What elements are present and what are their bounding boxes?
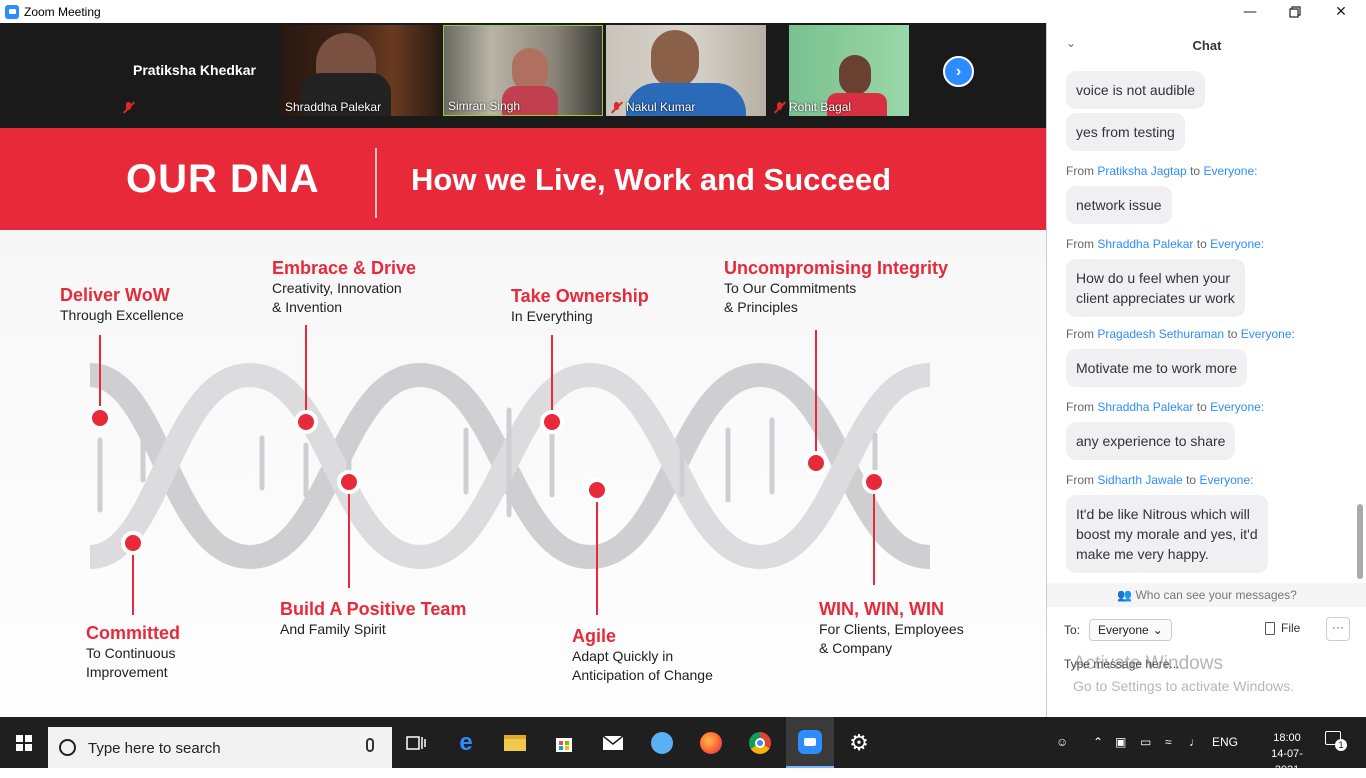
participant-tile[interactable]: Nakul Kumar — [606, 25, 766, 116]
value-committed: Committed To Continuous Improvement — [86, 623, 180, 680]
participant-tile[interactable]: Simran Singh — [443, 25, 603, 116]
file-button[interactable]: File — [1265, 621, 1300, 635]
volume-icon[interactable]: ♩ — [1189, 735, 1201, 749]
search-placeholder: Type here to search — [88, 740, 221, 757]
chat-message: yes from testing — [1066, 113, 1185, 151]
settings-icon[interactable]: ⚙ — [835, 717, 883, 768]
display-icon[interactable]: ▣ — [1115, 735, 1126, 749]
video-strip: Pratiksha Khedkar Shraddha Palekar Simra… — [0, 23, 1046, 128]
chrome-icon[interactable] — [736, 717, 784, 768]
search-icon — [59, 739, 76, 756]
chat-message: How do u feel when your client appreciate… — [1066, 259, 1245, 317]
recipient-dropdown[interactable]: Everyone ⌄ — [1089, 619, 1172, 641]
close-button[interactable]: ✕ — [1318, 0, 1364, 23]
chat-message-meta: From Pragadesh Sethuraman to Everyone: — [1066, 327, 1295, 341]
chat-title: Chat — [1192, 38, 1222, 53]
edge-icon[interactable]: e — [442, 717, 490, 768]
participant-tile[interactable]: Shraddha Palekar — [281, 25, 441, 116]
input-language[interactable]: ENG — [1212, 735, 1238, 749]
people-icon: 👥 — [1117, 588, 1133, 602]
chat-message: network issue — [1066, 186, 1172, 224]
microphone-icon[interactable] — [366, 738, 374, 752]
chat-message: voice is not audible — [1066, 71, 1206, 109]
value-uncompromising-integrity: Uncompromising Integrity To Our Commitmen… — [724, 258, 949, 315]
slide-subtitle: How we Live, Work and Succeed — [411, 162, 892, 197]
task-view-icon[interactable] — [392, 717, 440, 768]
zoom-app-icon — [5, 4, 19, 19]
participant-tile[interactable]: Pratiksha Khedkar — [118, 25, 278, 116]
next-participants-button[interactable]: › — [943, 56, 974, 87]
chat-panel: ⌄ Chat voice is not audible yes from tes… — [1046, 23, 1366, 717]
people-tray-icon[interactable]: ☺ — [1056, 735, 1068, 749]
message-visibility-link[interactable]: 👥 Who can see your messages? — [1047, 583, 1366, 607]
participant-name: Pratiksha Khedkar — [133, 62, 256, 78]
scrollbar-thumb[interactable] — [1357, 504, 1363, 579]
notification-count: 1 — [1335, 739, 1347, 751]
value-agile: Agile Adapt Quickly in Anticipation of Cha… — [572, 626, 713, 683]
taskbar: Type here to search e ⚙ ☺ ⌃ ▣ ▭ ≈ ♩ ENG … — [0, 717, 1366, 776]
chevron-up-icon[interactable]: ⌃ — [1093, 735, 1103, 749]
value-build-positive-team: Build A Positive Team And Family Spirit — [280, 599, 467, 637]
firefox-icon[interactable] — [687, 717, 735, 768]
value-deliver-wow: Deliver WoW Through Excellence — [60, 285, 184, 323]
banner-divider — [375, 148, 377, 218]
slide-body: Deliver WoW Through Excellence Embrace & … — [0, 230, 1046, 717]
chat-messages[interactable]: voice is not audible yes from testing Fr… — [1047, 71, 1357, 581]
chat-scrollbar[interactable] — [1357, 71, 1363, 579]
weather-icon[interactable] — [638, 717, 686, 768]
wifi-icon[interactable]: ≈ — [1165, 735, 1172, 749]
value-embrace-drive: Embrace & Drive Creativity, Innovation & I… — [272, 258, 417, 315]
participant-name: Shraddha Palekar — [285, 100, 382, 114]
participant-video — [651, 30, 699, 88]
chevron-right-icon: › — [955, 62, 962, 80]
minimize-button[interactable]: — — [1227, 0, 1273, 23]
meeting-main: Pratiksha Khedkar Shraddha Palekar Simra… — [0, 23, 1046, 717]
restore-button[interactable] — [1272, 0, 1318, 23]
participant-name: Rohit Bagal — [789, 100, 852, 114]
restore-icon — [1289, 5, 1301, 18]
window-title: Zoom Meeting — [24, 4, 101, 19]
taskbar-clock[interactable]: 18:00 14-07-2021 — [1263, 730, 1311, 778]
value-win-win-win: WIN, WIN, WIN For Clients, Employees & Com… — [819, 599, 964, 656]
battery-icon[interactable]: ▭ — [1140, 735, 1151, 749]
chat-message: Motivate me to work more — [1066, 349, 1248, 387]
more-options-button[interactable]: ··· — [1326, 617, 1350, 641]
taskbar-search[interactable]: Type here to search — [48, 727, 392, 768]
chat-message-meta: From Shraddha Palekar to Everyone: — [1066, 237, 1265, 251]
muted-mic-icon — [773, 101, 786, 114]
shared-screen-slide: OUR DNA How we Live, Work and Succeed De… — [0, 128, 1046, 717]
value-take-ownership: Take Ownership In Everything — [511, 286, 649, 324]
participant-name: Simran Singh — [448, 99, 521, 113]
windows-logo-icon — [16, 734, 32, 751]
title-bar: Zoom Meeting — ✕ — [0, 0, 1366, 23]
activate-windows-watermark: Activate Windows Go to Settings to activ… — [1073, 653, 1294, 694]
chat-message-meta: From Shraddha Palekar to Everyone: — [1066, 400, 1265, 414]
chat-message-meta: From Pratiksha Jagtap to Everyone: — [1066, 164, 1258, 178]
chat-message: It'd be like Nitrous which will boost my … — [1066, 495, 1268, 573]
participant-tile[interactable]: Rohit Bagal — [769, 25, 929, 116]
muted-mic-icon — [610, 101, 623, 114]
file-icon — [1265, 621, 1275, 635]
notification-icon[interactable]: 1 — [1325, 731, 1347, 751]
zoom-taskbar-icon[interactable] — [786, 717, 834, 768]
slide-banner: OUR DNA How we Live, Work and Succeed — [0, 128, 1046, 230]
chat-message-meta: From Sidharth Jawale to Everyone: — [1066, 473, 1254, 487]
participant-name: Nakul Kumar — [626, 100, 696, 114]
chat-header: ⌄ Chat — [1047, 23, 1366, 67]
mail-icon[interactable] — [589, 717, 637, 768]
to-label: To: — [1064, 623, 1081, 637]
start-button[interactable] — [0, 717, 48, 768]
slide-title: OUR DNA — [126, 157, 320, 201]
file-explorer-icon[interactable] — [491, 717, 539, 768]
chat-message: any experience to share — [1066, 422, 1236, 460]
chevron-down-icon: ⌄ — [1152, 623, 1163, 637]
muted-mic-icon — [122, 101, 135, 114]
store-icon[interactable] — [540, 717, 588, 768]
